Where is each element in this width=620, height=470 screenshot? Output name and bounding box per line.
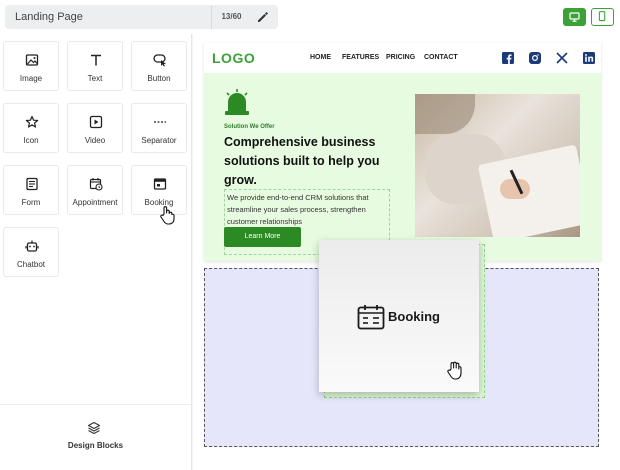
site-logo[interactable]: LOGO xyxy=(212,50,255,66)
element-label: Form xyxy=(21,198,41,207)
dragged-booking-label: Booking xyxy=(388,309,440,324)
form-icon xyxy=(26,177,38,191)
element-tile-button[interactable]: Button xyxy=(131,41,187,91)
image-icon xyxy=(25,54,39,66)
design-blocks-label: Design Blocks xyxy=(67,441,124,450)
char-count: 13/60 xyxy=(211,5,251,29)
separator-icon xyxy=(154,121,166,123)
elements-panel: Image Text Button Icon Video Separator F… xyxy=(0,34,192,470)
nav-link-home[interactable]: HOME xyxy=(310,54,331,61)
hero-section[interactable]: LOGO HOME FEATURES PRICING CONTACT Solut… xyxy=(204,43,601,261)
element-label: Text xyxy=(87,74,103,83)
learn-more-button[interactable]: Learn More xyxy=(224,227,301,247)
element-label: Chatbot xyxy=(16,260,46,269)
hero-image xyxy=(415,94,580,237)
page-name-field[interactable]: Landing Page 13/60 xyxy=(5,5,278,29)
element-tile-separator[interactable]: Separator xyxy=(131,103,187,153)
booking-icon xyxy=(153,178,167,190)
element-tile-chatbot[interactable]: Chatbot xyxy=(3,227,59,277)
layers-icon xyxy=(87,421,101,435)
robot-icon xyxy=(25,240,39,252)
site-navbar: LOGO HOME FEATURES PRICING CONTACT xyxy=(204,43,601,73)
element-label: Image xyxy=(19,74,43,83)
design-blocks-button[interactable]: Design Blocks xyxy=(0,404,191,470)
page-name-text: Landing Page xyxy=(15,11,83,23)
element-label: Icon xyxy=(23,136,39,145)
pencil-icon[interactable] xyxy=(255,10,269,24)
mobile-view-button[interactable] xyxy=(591,8,614,26)
element-tile-form[interactable]: Form xyxy=(3,165,59,215)
x-icon[interactable] xyxy=(556,52,568,64)
nav-link-contact[interactable]: CONTACT xyxy=(424,54,458,61)
alarm-icon xyxy=(225,89,249,115)
dragged-booking-element[interactable]: Booking xyxy=(319,240,479,392)
hand-cursor-icon xyxy=(160,206,175,225)
mobile-icon xyxy=(598,11,606,22)
facebook-icon[interactable] xyxy=(502,52,514,64)
element-label: Appointment xyxy=(72,198,118,207)
desktop-view-button[interactable] xyxy=(563,8,586,26)
booking-calendar-icon xyxy=(357,305,385,330)
linkedin-icon[interactable] xyxy=(583,52,595,64)
hero-headline: Comprehensive business solutions built t… xyxy=(224,135,380,187)
element-tile-icon[interactable]: Icon xyxy=(3,103,59,153)
element-label: Button xyxy=(147,74,171,83)
grab-cursor-icon xyxy=(447,361,462,380)
element-tile-image[interactable]: Image xyxy=(3,41,59,91)
instagram-icon[interactable] xyxy=(529,52,541,64)
calendar-clock-icon xyxy=(89,178,103,191)
element-label: Separator xyxy=(141,136,177,145)
nav-link-features[interactable]: FEATURES xyxy=(342,54,379,61)
hero-eyebrow: Solution We Offer xyxy=(224,124,275,130)
button-icon xyxy=(153,54,166,67)
element-tile-appointment[interactable]: Appointment xyxy=(67,165,123,215)
text-icon xyxy=(91,54,101,66)
element-tile-video[interactable]: Video xyxy=(67,103,123,153)
element-label: Video xyxy=(84,136,106,145)
star-icon xyxy=(25,115,39,128)
element-tile-text[interactable]: Text xyxy=(67,41,123,91)
video-icon xyxy=(89,115,103,129)
desktop-icon xyxy=(569,12,580,22)
hero-description: We provide end-to-end CRM solutions that… xyxy=(227,193,369,226)
top-bar: Landing Page 13/60 xyxy=(0,0,620,34)
nav-link-pricing[interactable]: PRICING xyxy=(386,54,415,61)
